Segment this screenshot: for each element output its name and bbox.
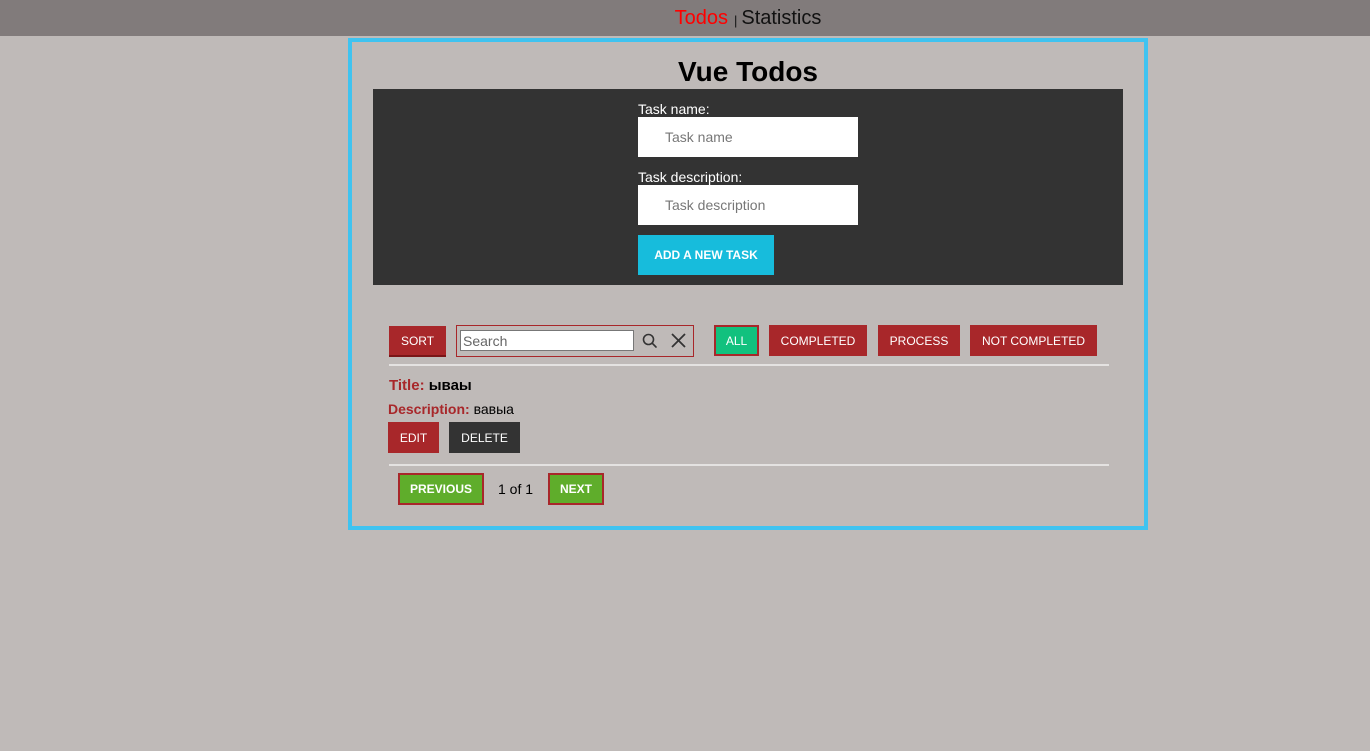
page-title: Vue Todos <box>678 56 818 87</box>
filter-all-button[interactable]: ALL <box>714 325 759 356</box>
task-description-value: вавыа <box>473 401 514 417</box>
search-input[interactable] <box>460 330 634 351</box>
task-description-label: Description: <box>388 401 470 417</box>
task-title-label: Title: <box>389 377 425 394</box>
sort-button[interactable]: SORT <box>389 326 446 357</box>
task-description-input[interactable] <box>638 185 858 225</box>
divider <box>389 464 1109 466</box>
task-title: Title: ываы <box>389 377 472 394</box>
page-indicator: 1 of 1 <box>498 481 534 497</box>
task-name-input[interactable] <box>638 117 858 157</box>
add-task-form: Task name: Task description: ADD A NEW T… <box>373 89 1123 285</box>
top-navigation: Todos | Statistics <box>0 0 1370 36</box>
previous-page-button[interactable]: PREVIOUS <box>398 473 484 505</box>
filter-process-button[interactable]: PROCESS <box>878 325 960 356</box>
divider <box>389 364 1109 366</box>
task-description: Description: вавыа <box>388 401 514 417</box>
close-icon[interactable] <box>669 331 688 350</box>
add-task-button[interactable]: ADD A NEW TASK <box>638 235 774 275</box>
nav-separator: | <box>733 12 738 28</box>
task-description-label: Task description: <box>638 169 743 185</box>
filter-not-completed-button[interactable]: NOT COMPLETED <box>970 325 1097 356</box>
task-name-label: Task name: <box>638 101 710 117</box>
next-page-button[interactable]: NEXT <box>548 473 604 505</box>
delete-task-button[interactable]: DELETE <box>449 422 520 453</box>
search-icon[interactable] <box>641 332 659 350</box>
nav-link-statistics[interactable]: Statistics <box>741 7 821 30</box>
search-box <box>456 325 694 357</box>
nav-link-todos[interactable]: Todos <box>675 7 728 30</box>
todo-app-container: Vue Todos Task name: Task description: A… <box>348 38 1148 530</box>
filter-completed-button[interactable]: COMPLETED <box>769 325 867 356</box>
task-title-value: ываы <box>428 377 472 394</box>
edit-task-button[interactable]: EDIT <box>388 422 439 453</box>
